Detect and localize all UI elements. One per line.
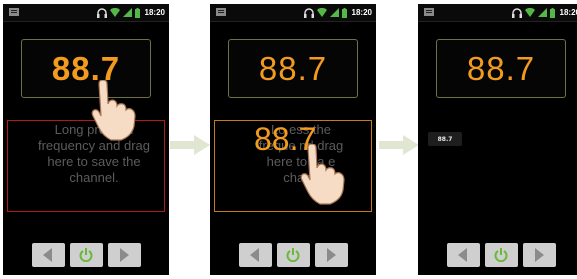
battery-icon [134, 7, 140, 18]
hand-pointer-icon [91, 80, 136, 141]
notification-icon [424, 8, 434, 16]
step-arrow-icon [170, 135, 210, 155]
notification-icon [9, 8, 19, 16]
next-icon [327, 248, 336, 262]
hand-pointer-icon [300, 144, 345, 205]
phone-screen-step-1: 18:20 88.7 Long press th frequency and d… [3, 4, 169, 275]
status-bar: 18:20 [3, 4, 169, 22]
wifi-icon [109, 8, 120, 17]
headphones-icon [303, 7, 314, 18]
status-time: 18:20 [559, 8, 577, 17]
next-button[interactable] [522, 243, 556, 267]
frequency-value[interactable]: 88.7 [259, 50, 327, 88]
status-bar: 18:20 [210, 4, 376, 22]
previous-button[interactable] [446, 243, 480, 267]
playback-controls [3, 243, 169, 271]
signal-icon [537, 8, 547, 17]
previous-icon [250, 248, 259, 262]
hint-line: channel. [69, 170, 119, 185]
headphones-icon [511, 7, 522, 18]
power-icon [494, 248, 508, 262]
next-icon [535, 248, 544, 262]
notification-icon [216, 8, 226, 16]
power-button[interactable] [276, 243, 310, 267]
previous-icon [43, 248, 52, 262]
signal-icon [329, 8, 339, 17]
next-icon [120, 248, 129, 262]
playback-controls [418, 243, 577, 271]
wifi-icon [316, 8, 327, 17]
power-button[interactable] [484, 243, 518, 267]
previous-button[interactable] [31, 243, 65, 267]
status-time: 18:20 [144, 8, 165, 17]
battery-icon [341, 7, 347, 18]
phone-screen-step-2: 18:20 88.7 Lo ess the freque nd drag her… [210, 4, 376, 275]
step-arrow-icon [379, 135, 419, 155]
frequency-value[interactable]: 88.7 [467, 50, 535, 88]
frequency-display[interactable]: 88.7 [228, 39, 358, 98]
saved-channel-button[interactable]: 88.7 [428, 132, 462, 146]
power-button[interactable] [69, 243, 103, 267]
headphones-icon [96, 7, 107, 18]
next-button[interactable] [314, 243, 348, 267]
power-icon [79, 248, 93, 262]
frequency-display[interactable]: 88.7 [436, 39, 566, 98]
status-bar: 18:20 [418, 4, 577, 22]
playback-controls [210, 243, 376, 271]
hint-line: here to save the [47, 154, 141, 169]
previous-icon [458, 248, 467, 262]
status-time: 18:20 [351, 8, 372, 17]
battery-icon [549, 7, 555, 18]
previous-button[interactable] [238, 243, 272, 267]
power-icon [286, 248, 300, 262]
next-button[interactable] [107, 243, 141, 267]
signal-icon [122, 8, 132, 17]
wifi-icon [524, 8, 535, 17]
phone-screen-step-3: 18:20 88.7 88.7 [418, 4, 577, 275]
